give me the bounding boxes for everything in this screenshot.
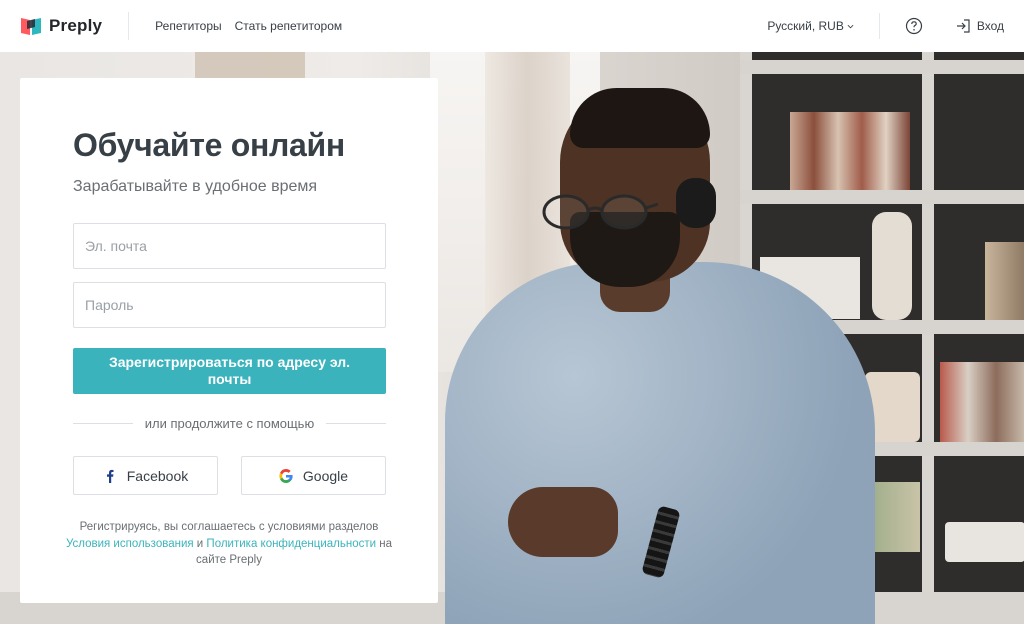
vase (872, 212, 912, 320)
google-signup-button[interactable]: Google (241, 456, 386, 495)
password-field[interactable] (73, 282, 386, 328)
google-label: Google (302, 467, 349, 484)
signup-card: Обучайте онлайн Зарабатывайте в удобное … (20, 78, 438, 603)
terms-text: Регистрируясь, вы соглашаетесь с условия… (60, 519, 398, 569)
books (940, 362, 1024, 442)
email-signup-button[interactable]: Зарегистрироваться по адресу эл. почты (73, 348, 386, 394)
bookshelf-shelf (740, 60, 1024, 74)
chevron-down-icon (847, 24, 854, 28)
terms-prefix: Регистрируясь, вы соглашаетесь с условия… (79, 521, 379, 533)
person-hair (570, 88, 710, 148)
page-title: Обучайте онлайн (73, 127, 345, 163)
facebook-label: Facebook (126, 467, 189, 484)
language-currency-label: Русский, RUB (767, 19, 844, 33)
privacy-policy-link[interactable]: Политика конфиденциальности (206, 538, 376, 550)
login-button[interactable]: Вход (955, 18, 1004, 34)
page-subtitle: Зарабатывайте в удобное время (73, 178, 318, 195)
social-divider: или продолжите с помощью (73, 416, 386, 431)
sign-in-icon (956, 19, 970, 33)
nav-link-become-tutor[interactable]: Стать репетитором (235, 19, 342, 33)
top-navbar: Preply Репетиторы Стать репетитором Русс… (0, 0, 1024, 52)
email-field[interactable] (73, 223, 386, 269)
google-icon (279, 468, 293, 483)
glasses-icon (542, 194, 658, 230)
bookshelf-shelf (740, 190, 1024, 204)
nav-link-tutors[interactable]: Репетиторы (155, 19, 221, 33)
preply-logo[interactable]: Preply (20, 12, 130, 40)
header-actions: Русский, RUB Вход (767, 0, 1024, 52)
divider-text: или продолжите с помощью (144, 416, 315, 431)
books (790, 112, 910, 190)
divider-line (73, 423, 133, 424)
terms-of-use-link[interactable]: Условия использования (66, 538, 194, 550)
background-curtain (195, 52, 305, 80)
terms-and: и (193, 537, 207, 550)
logo-text: Preply (49, 16, 103, 35)
books (870, 482, 920, 552)
books (985, 242, 1024, 320)
facebook-signup-button[interactable]: Facebook (73, 456, 218, 495)
headphones-icon (676, 178, 716, 228)
divider-line (326, 423, 386, 424)
login-label: Вход (976, 19, 1004, 33)
main-nav: Репетиторы Стать репетитором (155, 19, 342, 33)
language-currency-selector[interactable]: Русский, RUB (767, 13, 880, 39)
facebook-icon (106, 469, 114, 483)
question-circle-icon[interactable] (905, 17, 923, 35)
storage-box (945, 522, 1024, 562)
person-hand (508, 487, 618, 557)
preply-logo-mark-icon (21, 18, 41, 35)
